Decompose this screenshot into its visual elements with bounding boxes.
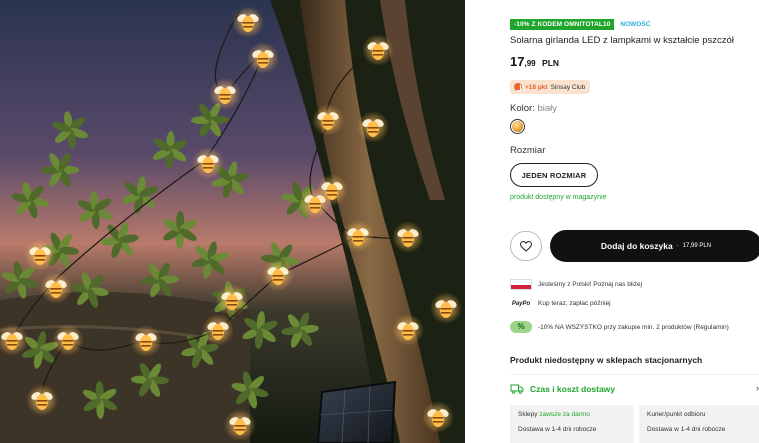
points-club-name: Sinsay Club [550, 83, 586, 91]
delivery-title: Czas i koszt dostawy [530, 384, 616, 394]
delivery-option-courier: Kurier/punkt odbioru Dostawa w 1-4 dni r… [639, 405, 759, 443]
bee-light [247, 42, 279, 74]
check-circle-icon [514, 83, 522, 91]
divider [510, 374, 759, 375]
delivery-truck-icon [510, 384, 524, 394]
promo-code-badge: -10% Z KODEM OMNITOTAL10 [510, 19, 615, 30]
poland-flag-icon [510, 279, 532, 290]
bee-light [130, 325, 162, 357]
new-badge: NOWOŚĆ [620, 21, 651, 28]
delivery-option-stores: Sklepy zawsze za darmo Dostawa w 1-4 dni… [510, 405, 634, 443]
bee-light [216, 284, 248, 316]
bee-light [209, 78, 241, 110]
feature-discount[interactable]: % -10% NA WSZYSTKO przy zakupie min. 2 p… [510, 321, 729, 333]
bee-light [24, 239, 56, 271]
feature-text: Jesteśmy z Polski! Poznaj nas bliżej [538, 281, 643, 288]
feature-made-in-poland[interactable]: Jesteśmy z Polski! Poznaj nas bliżej [510, 279, 642, 290]
color-swatch-white[interactable] [510, 119, 525, 134]
bee-light [52, 324, 84, 356]
delivery-option-time: Dostawa w 1-4 dni robocze [647, 426, 726, 433]
color-value: biały [537, 103, 558, 114]
bee-light [342, 220, 374, 252]
bee-light [430, 292, 462, 324]
bee-light [422, 401, 454, 433]
store-availability-heading: Produkt niedostępny w sklepach stacjonar… [510, 355, 703, 365]
product-title: Solarna girlanda LED z lampkami w kształ… [510, 35, 734, 46]
bee-light [232, 6, 264, 38]
price-integer: 17 [510, 54, 525, 69]
size-label: Rozmiar [510, 145, 546, 156]
heart-icon [520, 240, 532, 252]
bee-light [26, 384, 58, 416]
add-to-cart-label: Dodaj do koszyka [600, 241, 673, 251]
price-decimal: ,99 [524, 59, 536, 68]
delivery-option-title: Kurier/punkt odbioru [647, 411, 706, 418]
points-amount: +18 pkt [525, 83, 548, 91]
discount-icon: % [510, 321, 532, 333]
delivery-option-title: Sklepy [518, 411, 538, 418]
swatch-thumbnail [512, 121, 523, 132]
size-option-button[interactable]: JEDEN ROZMIAR [510, 163, 598, 187]
bee-light [224, 409, 256, 441]
bee-light [357, 111, 389, 143]
feature-text: -10% NA WSZYSTKO przy zakupie min. 2 pro… [538, 323, 729, 331]
color-label: Kolor: [510, 103, 535, 114]
stock-status: produkt dostępny w magazynie [510, 194, 607, 201]
color-selector-label: Kolor: biały [510, 103, 557, 114]
bee-light [262, 259, 294, 291]
badges-row: -10% Z KODEM OMNITOTAL10 NOWOŚĆ [510, 19, 650, 30]
delivery-info-toggle[interactable]: Czas i koszt dostawy › [510, 383, 759, 395]
loyalty-points-badge[interactable]: +18 pkt Sinsay Club [510, 80, 591, 94]
delivery-option-time: Dostawa w 1-4 dni robocze [518, 426, 597, 433]
add-to-cart-separator: · [676, 243, 679, 249]
add-to-cart-button[interactable]: Dodaj do koszyka · 17,99 PLN [550, 230, 759, 262]
feature-text: Kup teraz, zapłać później [538, 300, 611, 307]
product-image[interactable] [0, 0, 465, 443]
product-price: 17,99 PLN [510, 53, 559, 71]
wishlist-button[interactable] [510, 231, 542, 261]
add-to-cart-price: 17,99 PLN [682, 243, 712, 249]
delivery-option-free: zawsze za darmo [539, 411, 590, 418]
bee-light [362, 34, 394, 66]
feature-paypo[interactable]: PayPo Kup teraz, zapłać później [510, 300, 611, 307]
bee-light [192, 147, 224, 179]
price-currency: PLN [542, 58, 560, 68]
bee-light [392, 221, 424, 253]
product-info-panel: -10% Z KODEM OMNITOTAL10 NOWOŚĆ Solarna … [510, 0, 759, 443]
bee-light [316, 174, 348, 206]
bee-light [392, 314, 424, 346]
bee-light [312, 104, 344, 136]
bee-light [202, 314, 234, 346]
paypo-logo: PayPo [511, 300, 531, 307]
bee-light [40, 272, 72, 304]
garden-lights-photo [0, 0, 465, 443]
